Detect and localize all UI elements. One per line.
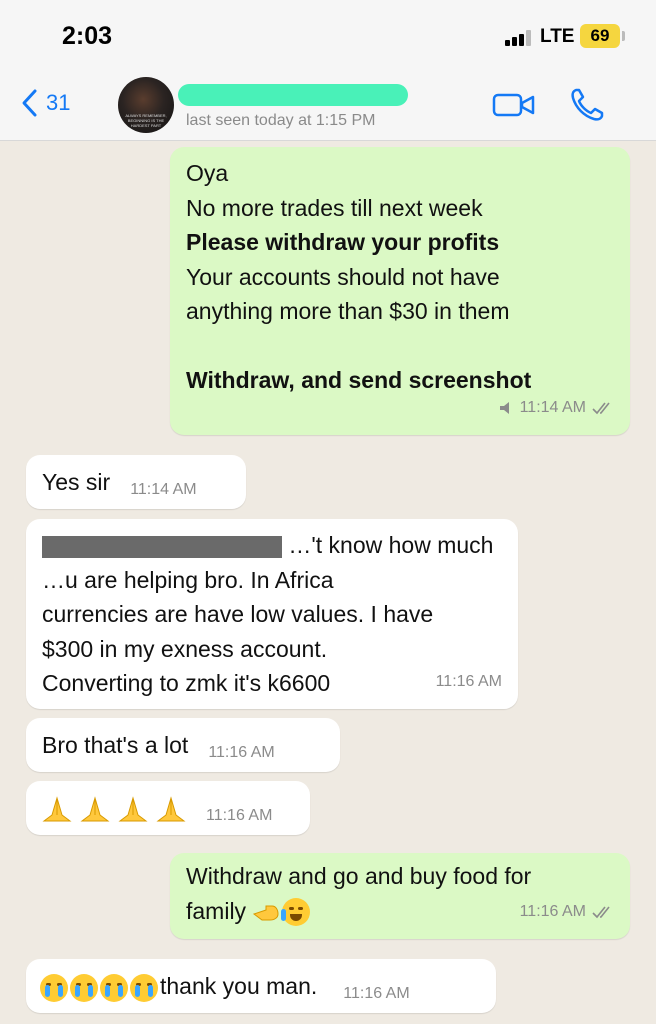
message-bubble-incoming[interactable]: Yes sir 11:14 AM — [26, 455, 246, 509]
message-bubble-outgoing[interactable]: Withdraw and go and buy food for family … — [170, 853, 630, 939]
message-line: Converting to zmk it's k6600 — [42, 670, 331, 696]
message-meta: 11:16 AM — [520, 895, 614, 930]
message-text: Yes sir — [42, 469, 111, 495]
message-line: family — [186, 894, 531, 929]
redacted-text — [42, 535, 282, 558]
message-bubble-incoming[interactable]: thank you man. 11:16 AM — [26, 959, 496, 1013]
message-bubble-incoming[interactable]: 11:16 AM — [26, 781, 310, 835]
message-bubble-incoming[interactable]: Bro that's a lot 11:16 AM — [26, 718, 340, 772]
message-line: currencies are have low values. I have — [42, 601, 434, 627]
message-text: Bro that's a lot — [42, 732, 189, 758]
pointing-hand-icon — [253, 905, 279, 921]
video-call-icon[interactable] — [492, 90, 536, 120]
message-text: thank you man. — [160, 973, 318, 999]
message-line: …'t know how much — [42, 528, 493, 563]
avatar[interactable]: ALWAYS REMEMBER, BEGINNING IS THE HARDES… — [118, 77, 174, 133]
message-line: No more trades till next week — [186, 194, 483, 221]
message-bubble-outgoing[interactable]: Oya No more trades till next week Please… — [170, 147, 630, 435]
folded-hands-icon — [80, 796, 110, 822]
message-line: Withdraw, and send screenshot — [186, 367, 532, 393]
network-type: LTE — [540, 26, 575, 47]
back-button[interactable]: 31 — [20, 88, 70, 118]
message-time: 11:16 AM — [208, 744, 275, 761]
message-line: anything more than $30 in them — [186, 298, 510, 324]
status-bar: 2:03 LTE 69 — [0, 0, 656, 70]
read-receipt-icon — [592, 906, 610, 918]
message-line: …u are helping bro. In Africa — [42, 566, 334, 593]
phone-call-icon[interactable] — [568, 86, 606, 124]
message-time: 11:14 AM — [130, 481, 197, 498]
message-time: 11:14 AM — [519, 398, 586, 416]
chat-area[interactable]: Oya No more trades till next week Please… — [0, 141, 656, 1024]
message-line: Oya — [186, 160, 229, 186]
message-line: Withdraw and go and buy food for — [186, 863, 532, 889]
unread-count: 31 — [46, 90, 71, 115]
message-meta: 11:14 AM — [498, 391, 614, 426]
message-line: $300 in my exness account. — [42, 635, 328, 662]
message-time: 11:16 AM — [519, 902, 586, 920]
crying-face-icon — [70, 973, 98, 1002]
battery-icon — [622, 31, 625, 41]
signal-icon — [505, 30, 535, 46]
message-line: Please withdraw your profits — [186, 229, 500, 255]
message-time: 11:16 AM — [343, 985, 410, 1002]
message-line: Your accounts should not have — [186, 263, 500, 290]
contact-name-redaction[interactable] — [178, 84, 408, 106]
folded-hands-icon — [118, 796, 148, 822]
battery-level: 69 — [580, 24, 620, 48]
crying-face-icon — [130, 973, 158, 1002]
message-line — [186, 329, 531, 364]
chat-header: 31 ALWAYS REMEMBER, BEGINNING IS THE HAR… — [0, 70, 656, 141]
laughing-tears-icon — [281, 898, 311, 927]
forwarded-speaker-icon — [499, 401, 509, 414]
status-time: 2:03 — [62, 22, 113, 50]
message-bubble-incoming[interactable]: …'t know how much …u are helping bro. In… — [26, 519, 518, 709]
read-receipt-icon — [592, 402, 610, 414]
crying-face-icon — [40, 973, 68, 1002]
message-time: 11:16 AM — [206, 807, 273, 824]
folded-hands-icon — [42, 796, 72, 822]
last-seen-status: last seen today at 1:15 PM — [186, 112, 376, 129]
chevron-left-icon — [22, 89, 37, 117]
message-meta: 11:16 AM — [436, 665, 502, 700]
avatar-caption: ALWAYS REMEMBER, BEGINNING IS THE HARDES… — [125, 113, 167, 128]
crying-face-icon — [100, 973, 128, 1002]
message-time: 11:16 AM — [435, 672, 502, 690]
folded-hands-icon — [156, 796, 186, 822]
